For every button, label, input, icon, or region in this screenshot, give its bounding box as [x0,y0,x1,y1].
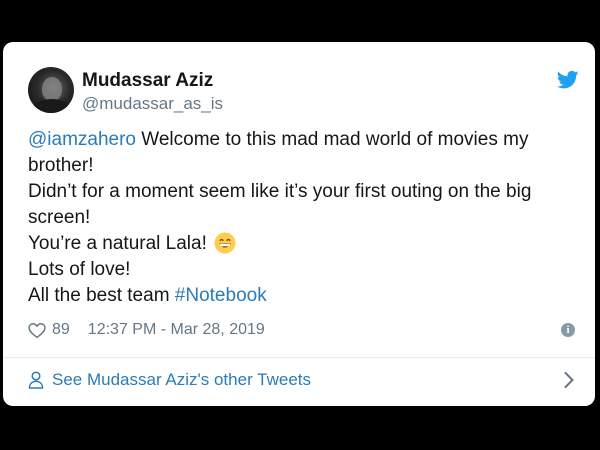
mention-link[interactable]: @iamzahero [28,129,136,150]
author-handle[interactable]: @mudassar_as_is [82,93,223,115]
tweet-text: @iamzahero Welcome to this mad mad world… [28,127,576,309]
avatar-face [42,77,62,101]
other-tweets-link[interactable]: See Mudassar Aziz's other Tweets [28,366,311,394]
person-icon [28,371,44,389]
other-tweets-label[interactable]: See Mudassar Aziz's other Tweets [52,366,311,394]
author-avatar[interactable] [28,67,74,113]
tweet-line-5-text: All the best team [28,285,175,306]
chevron-right-icon[interactable] [563,371,575,389]
tweet-line-5: All the best team #Notebook [28,283,576,309]
tweet-meta: 89 12:37 PM - Mar 28, 2019 [28,319,265,341]
tweet-timestamp[interactable]: 12:37 PM - Mar 28, 2019 [88,319,265,341]
avatar-shoulder [32,99,72,113]
grinning-face-emoji-icon [214,232,236,254]
tweet-line-1: @iamzahero Welcome to this mad mad world… [28,127,576,179]
tweet-line-2: Didn’t for a moment seem like it’s your … [28,181,532,228]
hashtag-link[interactable]: #Notebook [175,285,267,306]
tweet-line-4: Lots of love! [28,259,131,280]
info-icon[interactable]: i [561,323,575,337]
tweet-card: Mudassar Aziz @mudassar_as_is @iamzahero… [3,42,595,406]
like-count[interactable]: 89 [52,319,70,341]
tweet-line-3-text: You’re a natural Lala! [28,233,207,254]
author-display-name[interactable]: Mudassar Aziz [82,69,213,93]
footer-divider [3,357,595,358]
heart-icon[interactable] [28,322,46,339]
tweet-line-3: You’re a natural Lala! [28,231,576,257]
twitter-bird-icon[interactable] [557,70,579,90]
